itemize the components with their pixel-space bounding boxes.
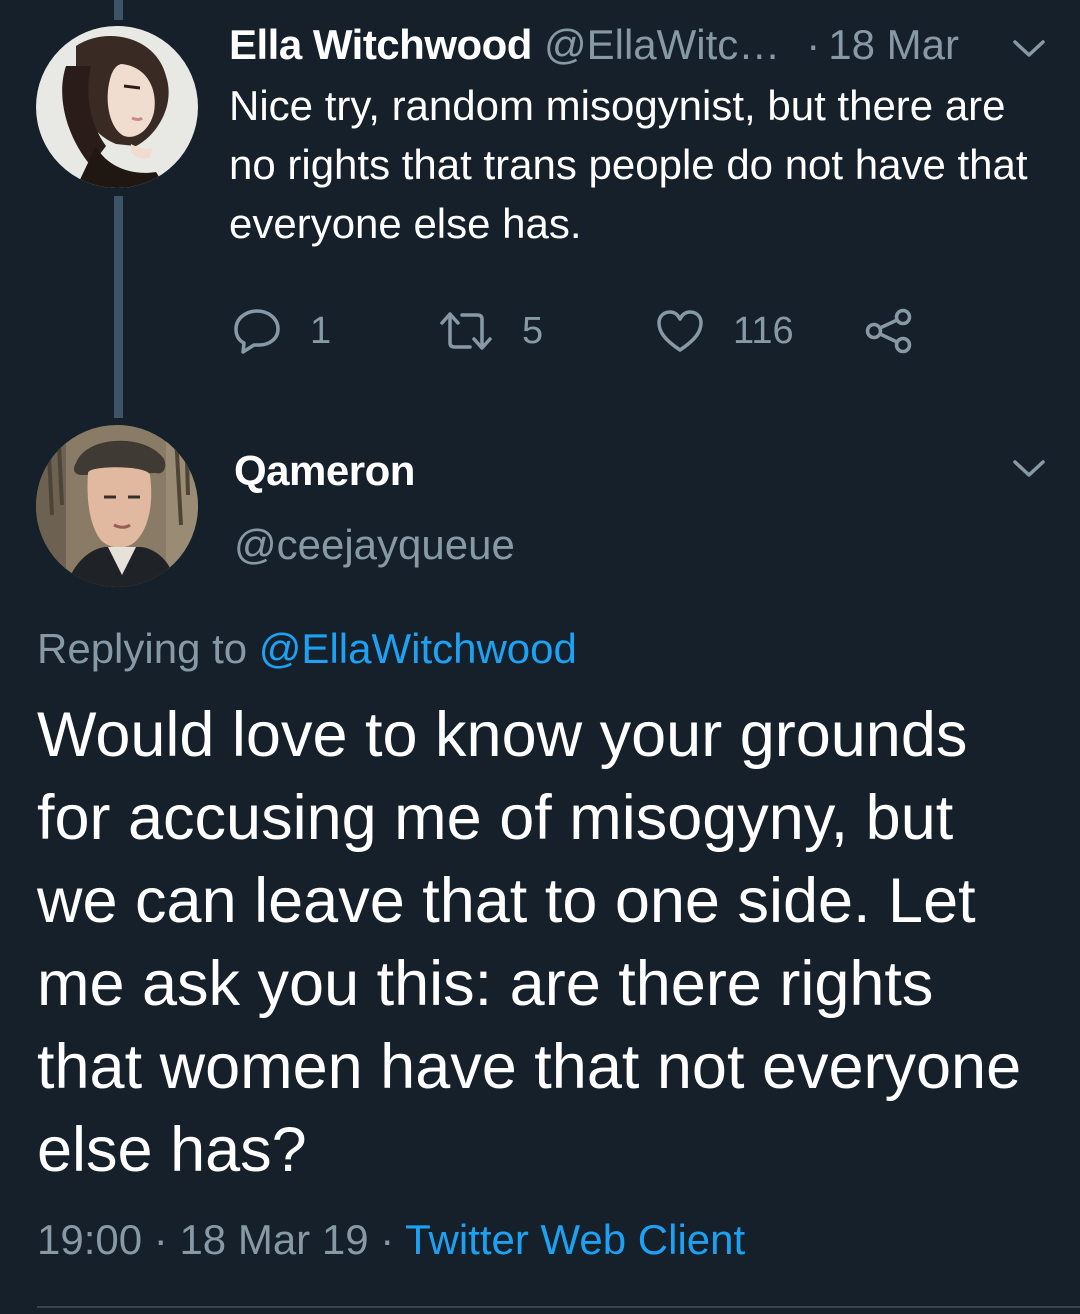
meta-separator: · bbox=[380, 1216, 395, 1263]
chevron-down-icon bbox=[1013, 40, 1045, 57]
like-button[interactable]: 116 bbox=[655, 306, 794, 356]
main-tweet-menu-button[interactable] bbox=[1012, 458, 1046, 480]
share-button[interactable] bbox=[864, 306, 914, 356]
meta-separator: · bbox=[153, 1216, 168, 1263]
reply-button[interactable]: 1 bbox=[232, 306, 331, 356]
main-tweet-text: Would love to know your grounds for accu… bbox=[37, 700, 1022, 1185]
thread-connector bbox=[114, 196, 123, 418]
replying-to-line: Replying to @EllaWitchwood bbox=[37, 623, 577, 675]
woman-portrait-avatar bbox=[36, 26, 198, 188]
replying-to-handle-link[interactable]: @EllaWitchwood bbox=[259, 625, 577, 672]
retweet-count: 5 bbox=[522, 309, 544, 352]
parent-tweet-menu-button[interactable] bbox=[1012, 38, 1046, 60]
qameron-avatar[interactable] bbox=[36, 425, 198, 587]
tweet-time[interactable]: 19:00 bbox=[37, 1216, 142, 1263]
parent-header-separator: · bbox=[806, 21, 821, 68]
parent-author-handle[interactable]: @EllaWitc… bbox=[544, 20, 780, 70]
thread-connector-top bbox=[114, 0, 123, 20]
like-count: 116 bbox=[733, 309, 794, 352]
heart-icon bbox=[657, 310, 703, 352]
parent-tweet-date[interactable]: 18 Mar bbox=[828, 20, 959, 70]
replying-to-label: Replying to bbox=[37, 625, 259, 672]
retweet-icon bbox=[440, 312, 492, 350]
chevron-down-icon bbox=[1013, 460, 1045, 477]
retweet-button[interactable]: 5 bbox=[438, 306, 543, 356]
parent-tweet-text: Nice try, random misogynist, but there a… bbox=[229, 82, 1028, 247]
share-icon bbox=[865, 308, 912, 354]
tweet-date[interactable]: 18 Mar 19 bbox=[179, 1216, 368, 1263]
parent-author-name[interactable]: Ella Witchwood bbox=[229, 20, 532, 70]
main-author-handle[interactable]: @ceejayqueue bbox=[234, 520, 515, 570]
parent-tweet-header: Ella Witchwood @EllaWitc… · 18 Mar bbox=[229, 20, 989, 70]
reply-icon bbox=[234, 309, 280, 354]
bottom-divider bbox=[37, 1306, 1080, 1308]
man-portrait-avatar bbox=[36, 425, 198, 587]
main-author-name[interactable]: Qameron bbox=[234, 446, 415, 496]
tweet-metadata: 19:00 · 18 Mar 19 · Twitter Web Client bbox=[37, 1214, 745, 1266]
tweet-client-link[interactable]: Twitter Web Client bbox=[405, 1216, 745, 1263]
ella-avatar[interactable] bbox=[36, 26, 198, 188]
reply-count: 1 bbox=[310, 309, 332, 352]
